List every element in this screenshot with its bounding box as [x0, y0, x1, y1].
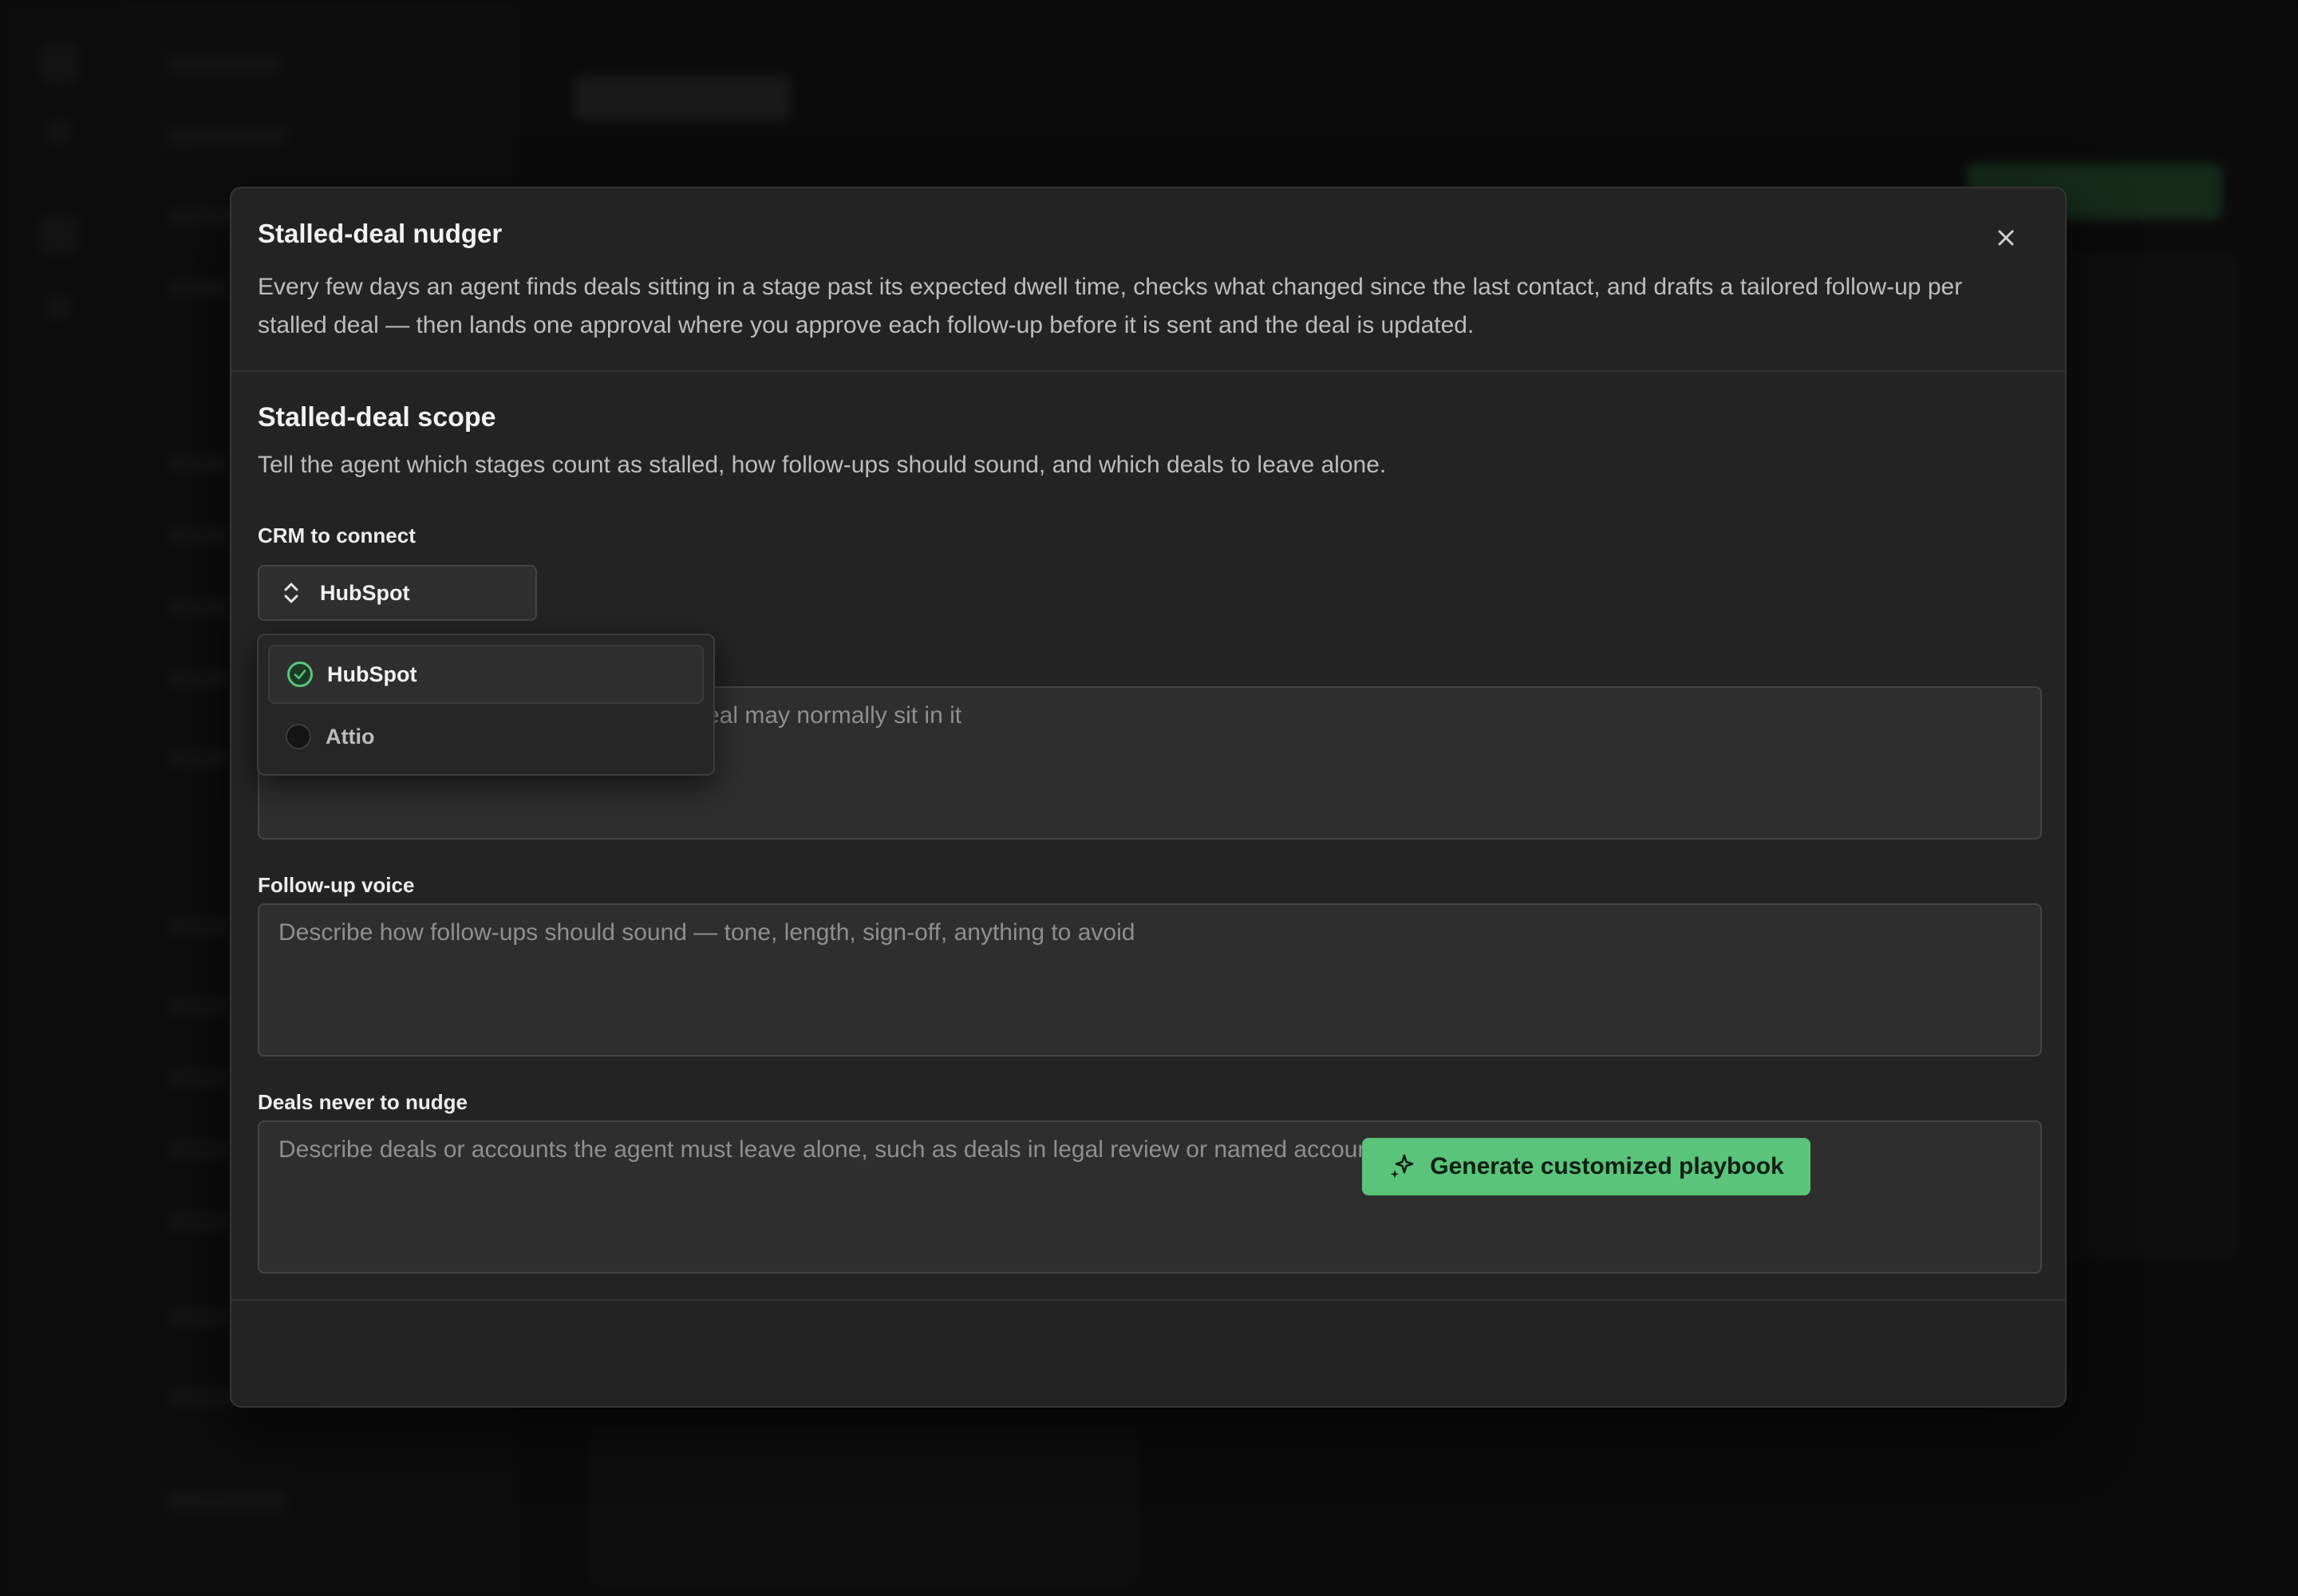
crm-select[interactable]: HubSpot [258, 565, 537, 621]
modal-header: Stalled-deal nudger Every few days an ag… [231, 188, 2065, 372]
crm-option-label: Attio [326, 724, 375, 749]
crm-dropdown-menu: HubSpot Attio [257, 634, 715, 776]
crm-select-value: HubSpot [320, 580, 410, 605]
voice-label: Follow-up voice [258, 873, 415, 897]
section-description: Tell the agent which stages count as sta… [258, 452, 1387, 478]
modal-description: Every few days an agent finds deals sitt… [258, 274, 1963, 338]
section-title: Stalled-deal scope [258, 402, 496, 433]
sparkles-icon [1388, 1152, 1417, 1181]
exclusions-label: Deals never to nudge [258, 1090, 468, 1114]
playbook-modal: Stalled-deal nudger Every few days an ag… [230, 187, 2067, 1408]
generate-playbook-button[interactable]: Generate customized playbook [1362, 1138, 1810, 1195]
stalled-stages-placeholder: eal may normally sit in it [706, 702, 962, 729]
empty-circle-icon [286, 724, 311, 749]
modal-footer [231, 1299, 2065, 1408]
chevron-up-down-icon [280, 579, 302, 606]
crm-option-hubspot[interactable]: HubSpot [268, 645, 704, 704]
crm-option-attio[interactable]: Attio [268, 707, 704, 766]
crm-option-label: HubSpot [327, 662, 417, 686]
close-icon [1997, 229, 2015, 251]
close-button[interactable] [1987, 220, 2025, 259]
generate-playbook-label: Generate customized playbook [1430, 1153, 1784, 1179]
check-circle-icon [287, 662, 313, 687]
follow-up-voice-textarea[interactable]: Describe how follow-ups should sound — t… [258, 903, 2042, 1057]
modal-title: Stalled-deal nudger [258, 219, 503, 248]
crm-label: CRM to connect [258, 523, 416, 547]
